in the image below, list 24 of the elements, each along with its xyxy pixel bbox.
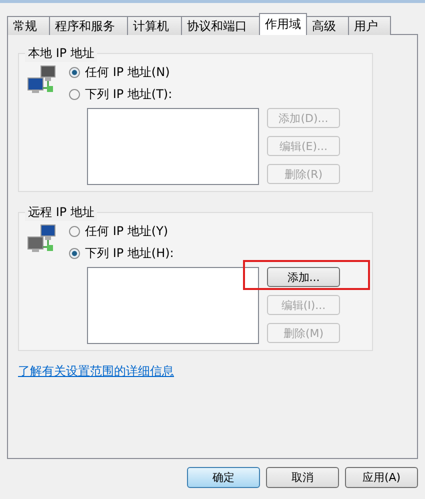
tab[interactable]: 常规 [7,16,50,35]
radio-button[interactable] [69,89,80,100]
dialog-button[interactable]: 取消 [266,467,339,488]
list-action-button[interactable]: 添加... [267,267,340,287]
tab[interactable]: 计算机 [127,16,182,35]
group-title: 本地 IP 地址 [25,45,98,62]
tab[interactable]: 协议和端口 [181,16,260,35]
ip-address-list[interactable] [87,267,259,344]
radio-button[interactable] [69,248,80,259]
tab[interactable]: 用户 [348,16,391,35]
tab[interactable]: 程序和服务 [49,16,128,35]
radio-label: 下列 IP 地址(H): [85,245,174,262]
radio-label: 任何 IP 地址(N) [85,64,170,81]
dialog-button[interactable]: 确定 [187,467,260,488]
radio-label: 下列 IP 地址(T): [85,86,172,103]
group-title: 远程 IP 地址 [25,204,98,221]
radio-button[interactable] [69,226,80,237]
tab[interactable]: 作用域 [259,13,307,35]
radio-label: 任何 IP 地址(Y) [85,223,168,240]
radio-button[interactable] [69,67,80,78]
help-link[interactable]: 了解有关设置范围的详细信息 [18,363,174,380]
dialog-button[interactable]: 应用(A) [345,467,418,488]
tab[interactable]: 高级 [306,16,349,35]
ip-address-list[interactable] [87,108,259,185]
